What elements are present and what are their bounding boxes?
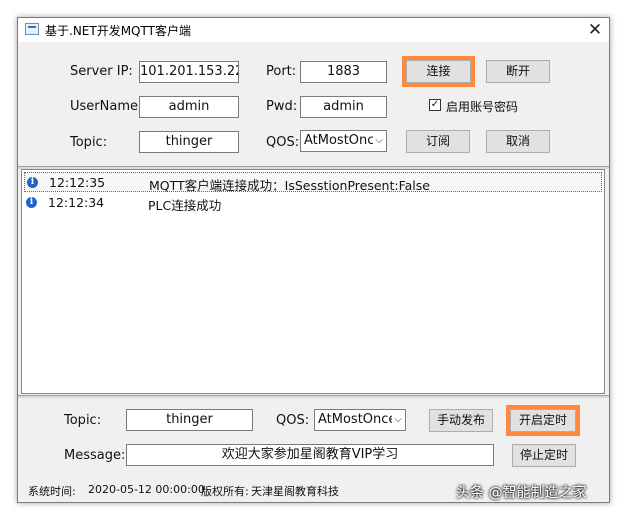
message-label: Message: (64, 448, 126, 463)
chevron-down-icon: ⌵ (392, 410, 402, 430)
message-input[interactable]: 欢迎大家参加星阁教育VIP学习 (126, 444, 494, 466)
log-list[interactable]: i 12:12:35 MQTT客户端连接成功：IsSesstionPresent… (21, 169, 605, 394)
cancel-subscribe-button[interactable]: 取消 (486, 130, 550, 153)
username-label: UserName: (70, 99, 143, 114)
port-input[interactable]: 1883 (300, 61, 387, 83)
system-time-value: 2020-05-12 00:00:00 (88, 483, 205, 496)
publish-qos-select[interactable]: AtMostOnce ⌵ (314, 409, 406, 431)
watermark-text: 头条 @智能制造之家 (456, 485, 587, 501)
log-row[interactable]: i 12:12:34 PLC连接成功 (24, 193, 602, 213)
server-ip-label: Server IP: (70, 64, 133, 79)
pwd-input[interactable]: admin (300, 96, 387, 118)
qos-select-value: AtMostOnce (304, 133, 383, 148)
publish-qos-label: QOS: (276, 413, 310, 428)
info-icon: i (26, 197, 37, 208)
log-message: PLC连接成功 (148, 198, 222, 213)
log-row[interactable]: i 12:12:35 MQTT客户端连接成功：IsSesstionPresent… (24, 172, 602, 193)
copyright-value: 天津星阁教育科技 (251, 485, 339, 498)
window-title: 基于.NET开发MQTT客户端 (45, 24, 191, 38)
manual-publish-button[interactable]: 手动发布 (429, 409, 493, 432)
app-icon (25, 23, 39, 35)
port-label: Port: (266, 64, 297, 79)
log-time: 12:12:34 (48, 195, 105, 210)
qos-select[interactable]: AtMostOnce ⌵ (300, 130, 387, 152)
publish-qos-value: AtMostOnce (318, 412, 397, 427)
title-bar: 基于.NET开发MQTT客户端 ✕ (18, 18, 609, 42)
pwd-label: Pwd: (266, 99, 298, 114)
section-divider (18, 395, 609, 398)
username-input[interactable]: admin (139, 96, 239, 118)
system-time-label: 系统时间: (28, 485, 76, 498)
qos-label: QOS: (266, 135, 300, 150)
log-message: MQTT客户端连接成功：IsSesstionPresent:False (149, 178, 430, 193)
disconnect-button[interactable]: 断开 (486, 60, 550, 83)
publish-topic-input[interactable]: thinger (126, 409, 253, 431)
connect-button[interactable]: 连接 (402, 56, 475, 87)
use-account-checkbox[interactable]: ✓ (429, 99, 441, 111)
topic-label: Topic: (70, 135, 108, 150)
log-time: 12:12:35 (49, 175, 106, 190)
use-account-label: 启用账号密码 (446, 100, 519, 114)
close-button[interactable]: ✕ (581, 18, 609, 42)
info-icon: i (27, 177, 38, 188)
copyright-label: 版权所有: (201, 485, 249, 498)
stop-timer-button[interactable]: 停止定时 (512, 444, 576, 467)
topic-input[interactable]: thinger (139, 131, 239, 153)
subscribe-button[interactable]: 订阅 (406, 130, 470, 153)
start-timer-button[interactable]: 开启定时 (506, 405, 580, 436)
server-ip-input[interactable]: 101.201.153.224 (139, 61, 239, 83)
chevron-down-icon: ⌵ (373, 131, 383, 151)
main-window: 基于.NET开发MQTT客户端 ✕ Server IP: 101.201.153… (17, 17, 610, 503)
publish-topic-label: Topic: (64, 413, 102, 428)
